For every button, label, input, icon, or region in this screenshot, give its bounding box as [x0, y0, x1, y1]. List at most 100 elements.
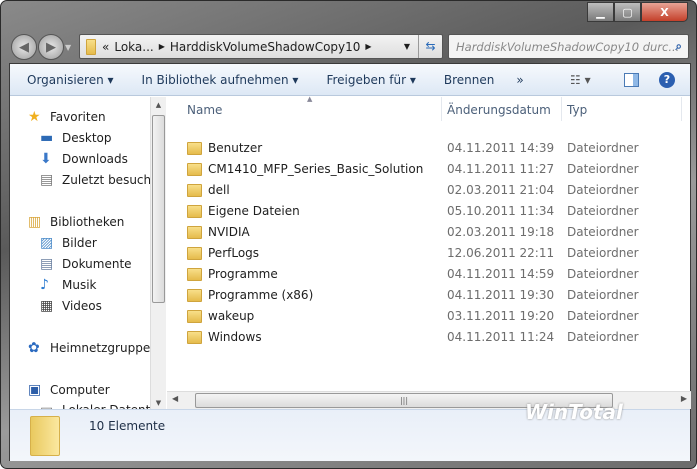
table-row[interactable]: CM1410_MFP_Series_Basic_Solution 04.11.20…: [187, 159, 687, 179]
share-button[interactable]: Freigeben für ▾: [326, 73, 415, 87]
preview-pane-icon[interactable]: [624, 72, 639, 87]
drive-icon: ▭: [40, 402, 56, 409]
search-input[interactable]: HarddiskVolumeShadowCopy10 durc... ⌕: [448, 34, 689, 59]
breadcrumb-shadowcopy[interactable]: HarddiskVolumeShadowCopy10: [170, 40, 361, 54]
file-date: 04.11.2011 19:30: [447, 288, 555, 302]
chevron-right-icon[interactable]: ▶: [159, 42, 165, 51]
nav-item-videos[interactable]: ▦ Videos: [40, 298, 102, 314]
nav-item-label: Heimnetzgruppe: [50, 341, 150, 355]
sort-ascending-icon: ▲: [307, 95, 313, 103]
nav-item-label: Computer: [50, 383, 110, 397]
back-button[interactable]: ◀: [11, 34, 37, 60]
file-list: ▲ Name Änderungsdatum Typ Benutzer 04.11.…: [167, 95, 691, 391]
nav-item-desktop[interactable]: ▬ Desktop: [40, 130, 112, 146]
maximize-button[interactable]: ▢: [614, 2, 641, 22]
address-dropdown[interactable]: ▼: [404, 42, 410, 51]
nav-vertical-scrollbar[interactable]: ▲ ▼: [150, 97, 166, 409]
explorer-window: ▁ ▢ X ◀ ▶ ▼ « Loka... ▶ HarddiskVolumeSh…: [0, 0, 697, 469]
nav-item-label: Dokumente: [62, 257, 132, 271]
close-button[interactable]: X: [641, 2, 688, 22]
folder-icon: [187, 141, 202, 155]
file-type: Dateiordner: [567, 183, 639, 197]
homegroup-icon: ✿: [28, 340, 40, 356]
file-name: Programme: [208, 267, 278, 281]
nav-item-favoriten[interactable]: ★ Favoriten: [28, 109, 106, 125]
file-date: 04.11.2011 11:24: [447, 330, 555, 344]
file-type: Dateiordner: [567, 162, 639, 176]
file-name: Eigene Dateien: [208, 204, 300, 218]
nav-item-bilder[interactable]: ▨ Bilder: [40, 235, 97, 251]
file-name: CM1410_MFP_Series_Basic_Solution: [208, 162, 424, 176]
folder-icon: [187, 309, 202, 323]
table-row[interactable]: Windows 04.11.2011 11:24 Dateiordner: [187, 327, 687, 347]
nav-item-dokumente[interactable]: ▤ Dokumente: [40, 256, 132, 272]
library-icon: ▥: [28, 214, 42, 230]
nav-item-label: Bilder: [62, 236, 97, 250]
file-name: wakeup: [208, 309, 255, 323]
minimize-button[interactable]: ▁: [587, 2, 614, 22]
file-date: 04.11.2011 11:27: [447, 162, 555, 176]
desktop-icon: ▬: [40, 130, 54, 146]
music-icon: ♪: [40, 277, 49, 293]
file-name: NVIDIA: [208, 225, 250, 239]
column-headers: ▲ Name Änderungsdatum Typ: [167, 95, 691, 121]
videos-icon: ▦: [40, 298, 54, 314]
nav-item-bibliotheken[interactable]: ▥ Bibliotheken: [28, 214, 124, 230]
recent-pages-dropdown[interactable]: ▼: [65, 43, 71, 52]
table-row[interactable]: wakeup 03.11.2011 19:20 Dateiordner: [187, 306, 687, 326]
breadcrumb-overflow[interactable]: «: [102, 40, 109, 54]
table-row[interactable]: dell 02.03.2011 21:04 Dateiordner: [187, 180, 687, 200]
address-bar[interactable]: « Loka... ▶ HarddiskVolumeShadowCopy10 ▶…: [79, 34, 443, 59]
burn-button[interactable]: Brennen: [444, 73, 494, 87]
table-row[interactable]: Eigene Dateien 05.10.2011 11:34 Dateiordne…: [187, 201, 687, 221]
nav-item-heimnetzgruppe[interactable]: ✿ Heimnetzgruppe: [28, 340, 150, 356]
column-header-name[interactable]: Name: [187, 103, 222, 117]
command-bar: Organisieren ▾ In Bibliothek aufnehmen ▾…: [10, 64, 690, 96]
search-icon[interactable]: ⌕: [676, 39, 682, 54]
file-type: Dateiordner: [567, 225, 639, 239]
nav-item-zuletzt-besucht[interactable]: ▤ Zuletzt besucht: [40, 172, 150, 188]
file-name: Windows: [208, 330, 262, 344]
scroll-thumb[interactable]: [152, 115, 165, 303]
file-name: Benutzer: [208, 141, 263, 155]
navigation-pane: ★ Favoriten ▬ Desktop ⬇ Downloads ▤ Zuletzt bes…: [10, 97, 150, 409]
nav-item-label: Desktop: [62, 131, 112, 145]
table-row[interactable]: PerfLogs 12.06.2011 22:11 Dateiordner: [187, 243, 687, 263]
file-name: Programme (x86): [208, 288, 314, 302]
forward-button[interactable]: ▶: [38, 34, 64, 60]
file-date: 12.06.2011 22:11: [447, 246, 555, 260]
refresh-button[interactable]: ⇆: [418, 35, 442, 58]
column-header-date[interactable]: Änderungsdatum: [447, 103, 551, 117]
file-type: Dateiordner: [567, 309, 639, 323]
file-type: Dateiordner: [567, 246, 639, 260]
nav-item-musik[interactable]: ♪ Musik: [40, 277, 97, 293]
folder-icon: [187, 288, 202, 302]
folder-icon: [187, 162, 202, 176]
more-button[interactable]: »: [516, 73, 523, 87]
details-pane: 10 Elemente WinTotal: [10, 400, 690, 461]
nav-item-lokaler-datenträ[interactable]: ▭Lokaler Datenträ: [40, 402, 150, 409]
file-date: 02.03.2011 19:18: [447, 225, 555, 239]
folder-icon: [187, 204, 202, 218]
add-to-library-button[interactable]: In Bibliothek aufnehmen ▾: [142, 73, 299, 87]
column-header-type[interactable]: Typ: [567, 103, 587, 117]
item-count: 10 Elemente: [89, 419, 166, 433]
nav-item-label: Downloads: [62, 152, 128, 166]
table-row[interactable]: Benutzer 04.11.2011 14:39 Dateiordner: [187, 138, 687, 158]
help-icon[interactable]: ?: [659, 71, 675, 88]
nav-item-downloads[interactable]: ⬇ Downloads: [40, 151, 128, 167]
downloads-icon: ⬇: [40, 151, 52, 167]
organize-button[interactable]: Organisieren ▾: [27, 73, 114, 87]
file-date: 04.11.2011 14:39: [447, 141, 555, 155]
view-options-icon[interactable]: ☷ ▾: [570, 73, 591, 87]
file-type: Dateiordner: [567, 267, 639, 281]
table-row[interactable]: Programme 04.11.2011 14:59 Dateiordner: [187, 264, 687, 284]
breadcrumb-loka[interactable]: Loka...: [114, 40, 153, 54]
nav-item-computer[interactable]: ▣ Computer: [28, 382, 110, 398]
table-row[interactable]: NVIDIA 02.03.2011 19:18 Dateiordner: [187, 222, 687, 242]
documents-icon: ▤: [40, 256, 54, 272]
chevron-right-icon[interactable]: ▶: [365, 42, 371, 51]
table-row[interactable]: Programme (x86) 04.11.2011 19:30 Dateiordn…: [187, 285, 687, 305]
nav-item-label: Favoriten: [50, 110, 106, 124]
star-icon: ★: [28, 109, 41, 125]
